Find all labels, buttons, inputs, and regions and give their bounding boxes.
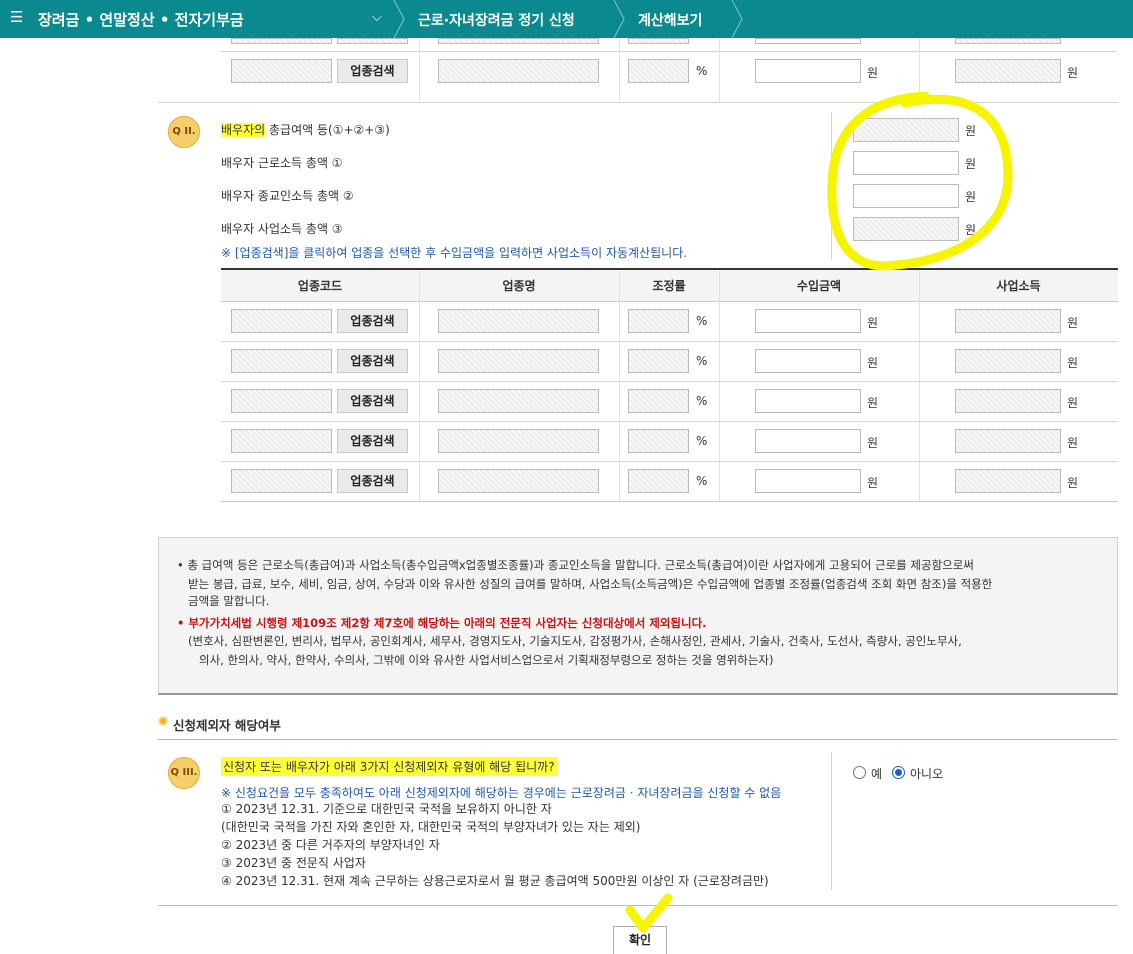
circle-annotation — [827, 91, 1013, 271]
checkmark-annotation — [625, 893, 673, 933]
highlight-annotation-overlay — [625, 91, 1013, 933]
